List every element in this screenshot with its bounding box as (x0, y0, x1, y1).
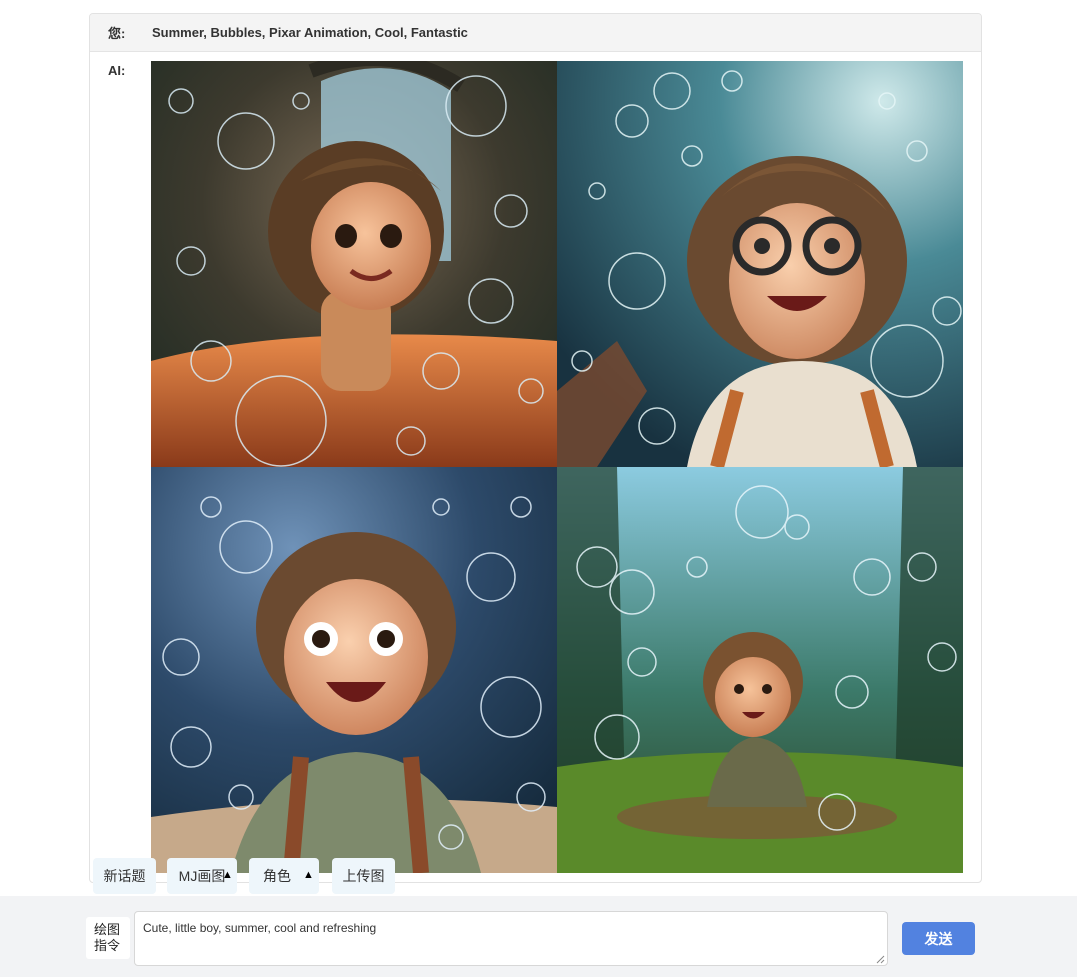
mj-draw-label: MJ画图 (178, 868, 226, 884)
image-tile-2[interactable] (557, 61, 963, 467)
role-label: 角色 (263, 868, 291, 884)
girl-glasses-bubbles-teal-image (557, 61, 963, 467)
resize-grip-icon[interactable] (876, 955, 885, 964)
new-topic-label: 新话题 (103, 868, 146, 884)
chat-panel: 您: Summer, Bubbles, Pixar Animation, Coo… (89, 13, 982, 883)
draw-command-label-line2: 指令 (94, 938, 121, 953)
user-message-text: Summer, Bubbles, Pixar Animation, Cool, … (152, 25, 468, 40)
boy-laughing-bubbles-blue-image (151, 467, 557, 873)
role-caret-icon: ▲ (303, 869, 314, 881)
user-speaker-label: 您: (108, 26, 126, 41)
draw-command-label: 绘图 指令 (86, 917, 130, 959)
role-button[interactable]: 角色 ▲ (249, 858, 319, 894)
draw-command-label-line1: 绘图 (94, 922, 121, 937)
boy-sitting-forest-bubbles-image (557, 467, 963, 873)
mj-draw-caret-icon: ▲ (222, 869, 233, 881)
image-tile-1[interactable] (151, 61, 557, 467)
send-button-label: 发送 (924, 930, 953, 947)
upload-image-button[interactable]: 上传图 (332, 858, 395, 894)
ai-speaker-label: AI: (108, 63, 126, 78)
image-tile-4[interactable] (557, 467, 963, 873)
upload-image-label: 上传图 (342, 868, 385, 884)
girl-bubbles-warm-window-image (151, 61, 557, 467)
mj-draw-button[interactable]: MJ画图 ▲ (167, 858, 237, 894)
prompt-input[interactable]: Cute, little boy, summer, cool and refre… (134, 911, 888, 966)
user-message-row: 您: Summer, Bubbles, Pixar Animation, Coo… (90, 14, 981, 52)
new-topic-button[interactable]: 新话题 (93, 858, 156, 894)
image-tile-3[interactable] (151, 467, 557, 873)
generated-image-grid[interactable] (151, 61, 963, 873)
send-button[interactable]: 发送 (902, 922, 975, 955)
